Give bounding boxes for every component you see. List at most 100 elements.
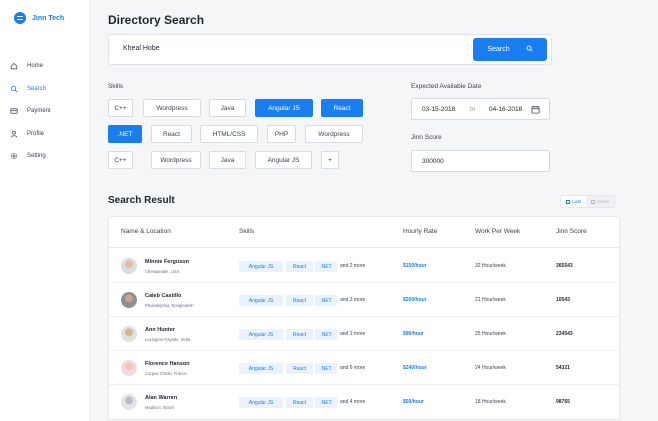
skill-chip[interactable]: HTML/CSS <box>200 125 258 143</box>
user-icon <box>10 130 18 138</box>
search-button[interactable]: Search <box>473 38 547 61</box>
view-cards-label: Cards <box>597 199 610 204</box>
skill-tag: React <box>286 295 313 306</box>
skill-chip[interactable]: Java <box>209 99 246 117</box>
skill-chip[interactable]: C++ <box>108 151 133 169</box>
person-location: Madison, Brazil <box>145 405 174 410</box>
date-from[interactable]: 03-15-2018 <box>422 106 455 113</box>
skill-tag: .NET <box>315 329 337 340</box>
sidebar-item-payment[interactable]: Payment <box>0 100 90 123</box>
table-row[interactable]: Florence Hanson Corpus Christi, France A… <box>109 351 619 385</box>
skill-tag: Angular JS <box>239 329 283 340</box>
skill-chip[interactable]: Wordpress <box>305 125 363 143</box>
gear-icon <box>10 152 18 160</box>
person-name[interactable]: Caleb Castillo <box>145 293 181 299</box>
person-location: Lexington-Fayette, India <box>145 337 190 342</box>
work-per-week: 25 Hour/week <box>475 331 506 337</box>
skill-tag: React <box>286 397 313 408</box>
more-skills-link[interactable]: and 2 more <box>340 263 365 269</box>
search-icon <box>526 45 533 54</box>
person-name[interactable]: Florence Hanson <box>145 361 190 367</box>
hourly-rate: $90/hour <box>403 331 424 337</box>
skill-tag: .NET <box>315 295 337 306</box>
avatar <box>121 360 137 376</box>
view-lists-button[interactable]: Lists <box>561 196 587 207</box>
skills-label: Skills <box>108 83 124 90</box>
person-name[interactable]: Ann Hunter <box>145 327 175 333</box>
skill-chip[interactable]: C++ <box>108 99 133 117</box>
skill-tag: React <box>286 261 313 272</box>
person-name[interactable]: Minnie Ferguson <box>145 259 189 265</box>
avatar <box>121 394 137 410</box>
skill-chip[interactable]: Wordpress <box>143 99 201 117</box>
more-skills-link[interactable]: and 3 more <box>340 297 365 303</box>
work-per-week: 24 Hour/week <box>475 365 506 371</box>
skill-tag: Angular JS <box>239 397 283 408</box>
hourly-rate: $240/hour <box>403 365 427 371</box>
work-per-week: 32 Hour/week <box>475 263 506 269</box>
column-header-work[interactable]: Work Per Week <box>475 228 520 235</box>
view-cards-button[interactable]: Cards <box>586 196 614 207</box>
calendar-icon[interactable] <box>531 105 540 114</box>
search-input[interactable]: Kheal Hobe <box>123 45 160 52</box>
more-skills-link[interactable]: and 4 more <box>340 399 365 405</box>
jinn-score-input[interactable]: 300000 <box>411 150 550 172</box>
app-name: Jinn Tech <box>32 14 65 22</box>
skill-tag: Angular JS <box>239 261 283 272</box>
search-bar: Kheal Hobe Search <box>108 34 552 65</box>
person-location: Chesapeake, USA <box>145 269 180 274</box>
date-range-picker[interactable]: 03-15-2018 to 04-16-2018 <box>411 98 550 120</box>
jinn-score: 98765 <box>556 399 570 405</box>
jinn-score: 10543 <box>556 297 570 303</box>
more-skills-link[interactable]: and 6 more <box>340 365 365 371</box>
person-location: Corpus Christi, France <box>145 371 187 376</box>
sidebar-item-label: Payment <box>27 108 51 115</box>
table-row[interactable]: Caleb Castillo Phuladelphia, Bangladesh … <box>109 283 619 317</box>
skill-chip[interactable]: Wordpress <box>151 151 201 169</box>
card-icon <box>10 107 18 115</box>
column-header-score[interactable]: Jinn Score <box>556 228 587 235</box>
column-header-rate[interactable]: Hourly Rate <box>403 228 437 235</box>
sidebar-item-profile[interactable]: Profile <box>0 123 90 146</box>
logo[interactable]: Jinn Tech <box>14 12 64 24</box>
date-to[interactable]: 04-16-2018 <box>489 106 522 113</box>
sidebar-item-home[interactable]: Home <box>0 55 90 78</box>
grid-icon <box>591 199 596 204</box>
skill-tag: Angular JS <box>239 295 283 306</box>
table-row[interactable]: Alan Warren Madison, Brazil Angular JS R… <box>109 385 619 419</box>
person-name[interactable]: Alan Warren <box>145 395 177 401</box>
sidebar: Jinn Tech Home Search Payment Profile Se… <box>0 0 90 421</box>
skill-tag: .NET <box>315 397 337 408</box>
column-header-name[interactable]: Name & Location <box>121 228 171 235</box>
skill-chip[interactable]: React <box>151 125 192 143</box>
date-to-label: to <box>470 106 476 113</box>
list-icon <box>566 199 570 204</box>
skill-tag: .NET <box>315 261 337 272</box>
more-skills-link[interactable]: and 1 more <box>340 331 365 337</box>
table-row[interactable]: Minnie Ferguson Chesapeake, USA Angular … <box>109 249 619 283</box>
person-location: Phuladelphia, Bangladesh <box>145 303 194 308</box>
jinn-score: 365543 <box>556 263 573 269</box>
skill-chip-selected[interactable]: Angular JS <box>255 99 313 117</box>
column-header-skills[interactable]: Skills <box>239 228 254 235</box>
search-result-title: Search Result <box>108 195 175 206</box>
table-row[interactable]: Ann Hunter Lexington-Fayette, India Angu… <box>109 317 619 351</box>
jinn-score: 54321 <box>556 365 570 371</box>
sidebar-item-search[interactable]: Search <box>0 78 90 101</box>
sidebar-item-setting[interactable]: Setting <box>0 145 90 168</box>
work-per-week: 18 Hour/week <box>475 399 506 405</box>
add-skill-button[interactable]: + <box>321 151 339 169</box>
skill-chip[interactable]: PHP <box>267 125 296 143</box>
avatar <box>121 258 137 274</box>
work-per-week: 21 Hour/week <box>475 297 506 303</box>
search-button-label: Search <box>487 46 510 53</box>
skill-chip[interactable]: Angular JS <box>255 151 312 169</box>
table-header: Name & Location Skills Hourly Rate Work … <box>109 217 619 248</box>
skill-chip[interactable]: Java <box>209 151 246 169</box>
sidebar-item-label: Profile <box>27 130 45 137</box>
results-table: Name & Location Skills Hourly Rate Work … <box>108 216 620 420</box>
avatar <box>121 292 137 308</box>
skill-chip-selected[interactable]: .NET <box>108 125 142 143</box>
skill-tag: React <box>286 363 313 374</box>
skill-chip-selected[interactable]: React <box>321 99 363 117</box>
